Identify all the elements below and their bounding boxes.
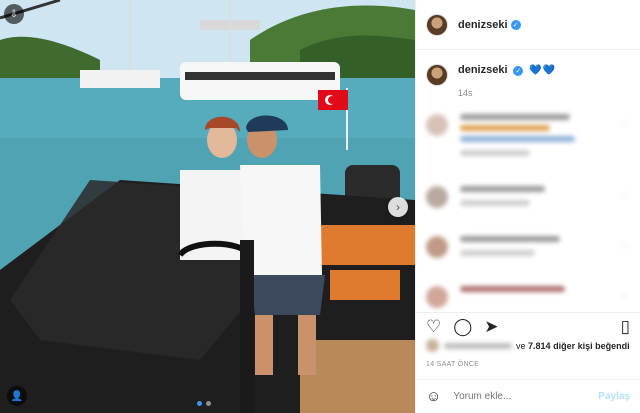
post-photo[interactable]: ⇩ 👤 › bbox=[0, 0, 415, 413]
boat-scene-image bbox=[0, 0, 415, 413]
likes-summary: ve 7.814 diğer kişi beğendi bbox=[426, 339, 634, 352]
caption-username[interactable]: denizseki bbox=[458, 64, 508, 76]
avatar[interactable] bbox=[426, 114, 448, 136]
carousel-dot bbox=[197, 401, 202, 406]
heart-icon[interactable]: ♡ bbox=[621, 292, 628, 301]
carousel-dot bbox=[206, 401, 211, 406]
avatar[interactable] bbox=[426, 286, 448, 308]
bookmark-icon[interactable]: ▯ bbox=[621, 318, 630, 335]
caption-text: 💙💙 bbox=[529, 65, 556, 76]
comment-icon[interactable]: ◯ bbox=[453, 318, 472, 335]
heart-icon[interactable]: ♡ bbox=[621, 192, 628, 201]
caption: denizseki ✓ 💙💙 14s bbox=[416, 50, 640, 98]
carousel-next-button[interactable]: › bbox=[388, 197, 408, 217]
likes-suffix[interactable]: diğer kişi beğendi bbox=[553, 341, 630, 351]
post-header: denizseki ✓ bbox=[416, 0, 640, 50]
list-item: ♡ bbox=[416, 286, 640, 308]
verified-badge-icon: ✓ bbox=[510, 19, 521, 30]
comment-input[interactable] bbox=[453, 391, 599, 402]
share-icon[interactable]: ➤ bbox=[484, 318, 498, 335]
verified-badge-icon: ✓ bbox=[513, 66, 524, 76]
carousel-indicator bbox=[197, 401, 211, 406]
download-icon[interactable]: ⇩ bbox=[4, 4, 24, 24]
post-timestamp[interactable]: 14 SAAT ÖNCE bbox=[426, 361, 479, 368]
comment-form: ☺ Paylaş bbox=[416, 379, 640, 413]
likes-count[interactable]: 7.814 bbox=[528, 341, 551, 351]
likes-connector: ve bbox=[516, 340, 526, 351]
heart-icon[interactable]: ♡ bbox=[621, 120, 628, 129]
caption-time[interactable]: 14s bbox=[458, 88, 556, 98]
like-heart-icon[interactable]: ♡ bbox=[426, 318, 441, 335]
list-item: ♡ bbox=[416, 114, 640, 161]
liker-name[interactable] bbox=[444, 342, 512, 349]
emoji-icon[interactable]: ☺ bbox=[426, 388, 441, 405]
user-tag-icon[interactable]: 👤 bbox=[7, 386, 27, 406]
list-item: ♡ bbox=[416, 186, 640, 211]
avatar[interactable] bbox=[426, 186, 448, 208]
avatar[interactable] bbox=[426, 236, 448, 258]
post-actions: ♡ ◯ ➤ ▯ bbox=[416, 312, 640, 340]
avatar[interactable] bbox=[426, 13, 448, 36]
avatar[interactable] bbox=[426, 339, 439, 352]
list-item: ♡ bbox=[416, 236, 640, 261]
heart-icon[interactable]: ♡ bbox=[621, 242, 628, 251]
header-username[interactable]: denizseki bbox=[458, 19, 508, 31]
avatar[interactable] bbox=[426, 64, 448, 86]
post-comment-button[interactable]: Paylaş bbox=[598, 391, 630, 402]
post-sidebar: denizseki ✓ denizseki ✓ 💙💙 14s ♡ ♡ ♡ ♡ ♡… bbox=[415, 0, 640, 413]
